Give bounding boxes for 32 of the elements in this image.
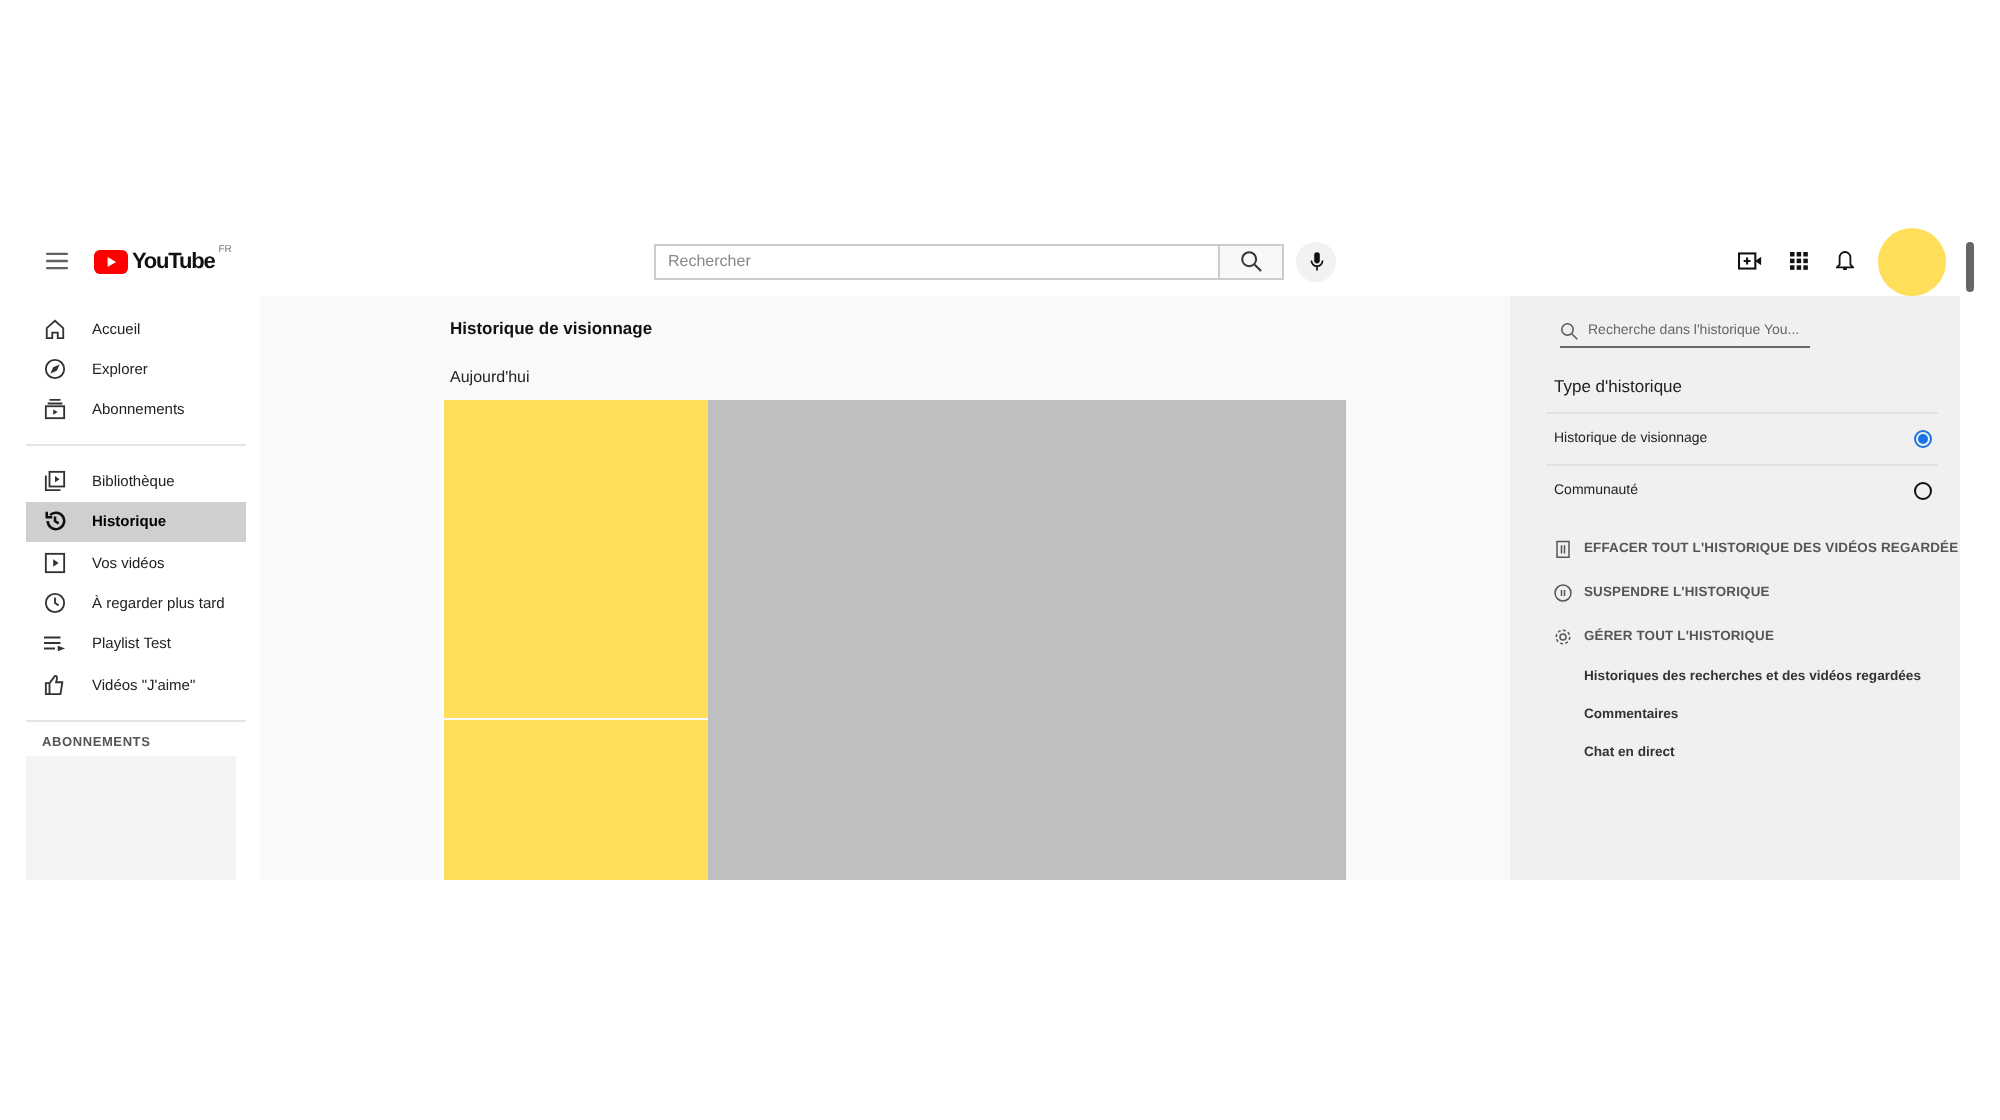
clock-icon bbox=[44, 592, 66, 615]
subscriptions-icon bbox=[44, 398, 66, 421]
settings-icon bbox=[1554, 628, 1572, 646]
microphone-button[interactable] bbox=[1296, 241, 1336, 281]
video-camera-icon[interactable] bbox=[1738, 252, 1762, 270]
scrollbar-thumb[interactable] bbox=[1966, 242, 1974, 292]
date-heading: Aujourd'hui bbox=[450, 368, 532, 386]
search-icon bbox=[1240, 250, 1262, 272]
thumbs-up-icon bbox=[44, 673, 66, 696]
apps-grid-icon[interactable] bbox=[1790, 252, 1808, 270]
video-thumbnail[interactable] bbox=[444, 720, 708, 880]
video-thumbnail[interactable] bbox=[444, 400, 708, 718]
radio-button[interactable] bbox=[1914, 430, 1932, 448]
history-icon bbox=[44, 510, 66, 533]
home-icon bbox=[44, 317, 66, 340]
search-icon bbox=[1560, 322, 1578, 340]
page-title: Historique de visionnage bbox=[450, 318, 655, 338]
menu-icon[interactable] bbox=[46, 252, 68, 270]
microphone-icon bbox=[1309, 251, 1323, 271]
play-icon bbox=[44, 551, 66, 574]
compass-icon bbox=[44, 358, 66, 381]
logo-text[interactable]: YouTube bbox=[132, 249, 215, 273]
trash-icon bbox=[1554, 540, 1572, 558]
search-button[interactable] bbox=[1220, 243, 1284, 279]
bell-icon[interactable] bbox=[1836, 250, 1854, 272]
play-logo-icon bbox=[94, 249, 128, 273]
pause-icon bbox=[1554, 584, 1572, 602]
playlist-icon bbox=[44, 632, 66, 655]
section-heading: Type d'historique bbox=[1554, 376, 1684, 396]
search-field[interactable]: Rechercher bbox=[654, 243, 1220, 279]
radio-button[interactable] bbox=[1914, 482, 1932, 500]
library-icon bbox=[44, 469, 66, 492]
